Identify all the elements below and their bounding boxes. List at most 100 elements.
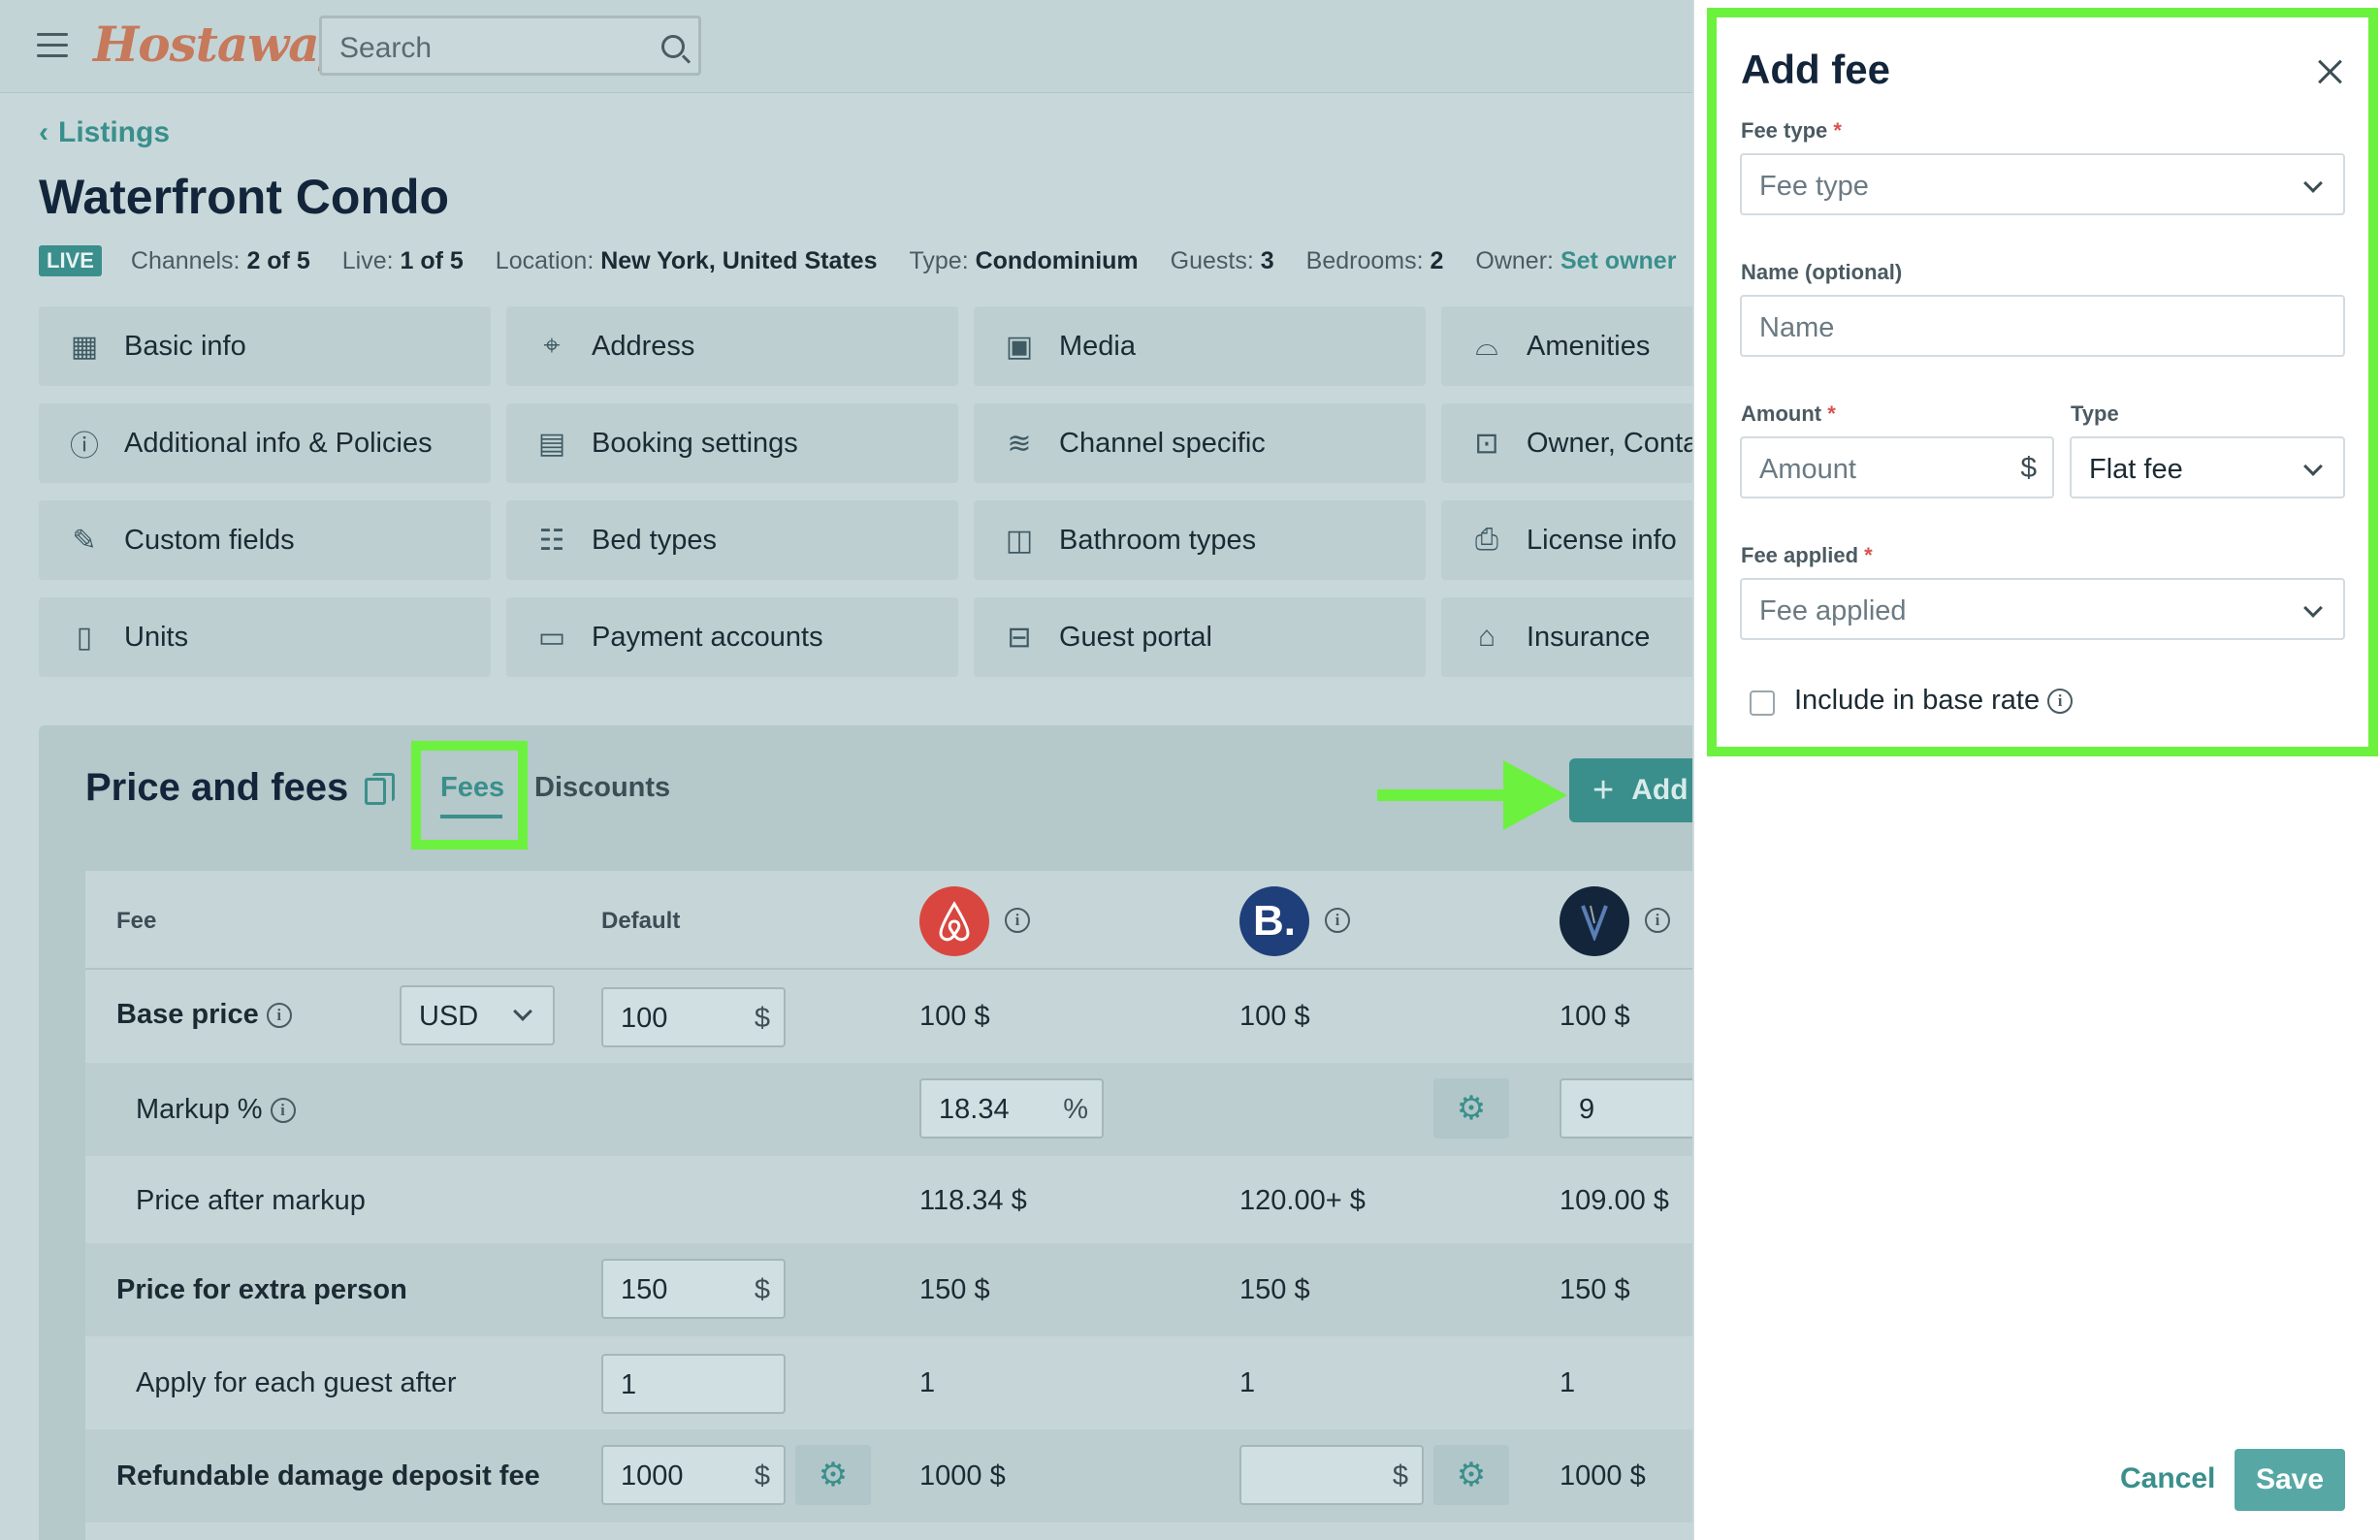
chevron-down-icon	[513, 1002, 532, 1021]
vrbo-info-icon[interactable]: i	[1645, 908, 1670, 933]
nav-tile-bed-types[interactable]: ☷ Bed types	[506, 500, 958, 580]
nav-tile-media[interactable]: ▣ Media	[974, 306, 1426, 386]
fee-applied-placeholder: Fee applied	[1759, 595, 1907, 626]
input-value: 150	[621, 1274, 668, 1305]
meta-guests: Guests: 3	[1170, 246, 1274, 274]
nav-tile-booking-settings[interactable]: ▤ Booking settings	[506, 403, 958, 483]
save-button[interactable]: Save	[2235, 1449, 2345, 1511]
markup-settings-button[interactable]: ⚙	[1433, 1078, 1509, 1139]
nav-tile-license-info[interactable]: ⎙ License info	[1441, 500, 1692, 580]
nav-tile-custom-fields[interactable]: ✎ Custom fields	[39, 500, 491, 580]
tab-discounts[interactable]: Discounts	[534, 772, 670, 804]
add-button-label: Add	[1631, 774, 1689, 806]
meta-type: Type: Condominium	[909, 246, 1139, 274]
nav-tile-additional-info[interactable]: ⓘ Additional info & Policies	[39, 403, 491, 483]
nav-tile-units[interactable]: ▯ Units	[39, 597, 491, 677]
breadcrumb-back-listings[interactable]: ‹ Listings	[39, 116, 170, 149]
extra-person-vrbo: 150 $	[1560, 1274, 1630, 1305]
currency-select[interactable]: USD	[400, 985, 555, 1045]
table-row-damage-deposit: Refundable damage deposit fee 1000 $ ⚙ 10…	[85, 1429, 1692, 1523]
nav-tile-label: Bathroom types	[1059, 524, 1257, 556]
nav-tile-address[interactable]: ⌖ Address	[506, 306, 958, 386]
guest-after-default-input[interactable]: 1	[601, 1354, 786, 1414]
amount-input[interactable]: Amount $	[1740, 436, 2054, 498]
nav-tile-basic-info[interactable]: ▦ Basic info	[39, 306, 491, 386]
map-pin-icon: ⌖	[543, 330, 561, 362]
damage-deposit-booking-input[interactable]: $	[1239, 1445, 1424, 1505]
fee-applied-select[interactable]: Fee applied	[1740, 578, 2345, 640]
base-price-default-input[interactable]: 100 $	[601, 987, 786, 1047]
nav-tile-label: Additional info & Policies	[124, 427, 433, 459]
info-icon[interactable]: i	[270, 1098, 296, 1124]
extra-person-default-input[interactable]: 150 $	[601, 1259, 786, 1319]
nav-tile-label: Booking settings	[592, 427, 798, 459]
include-base-rate-checkbox[interactable]	[1750, 690, 1775, 716]
set-owner-link[interactable]: Set owner	[1560, 247, 1676, 274]
input-unit: $	[754, 1003, 770, 1034]
hamburger-menu-icon[interactable]	[37, 33, 68, 58]
info-icon[interactable]: i	[266, 1003, 292, 1029]
nav-tile-label: Custom fields	[124, 524, 295, 556]
airbnb-logo	[919, 886, 989, 956]
bell-icon: ⌓	[1475, 330, 1498, 362]
nav-tile-payment-accounts[interactable]: ▭ Payment accounts	[506, 597, 958, 677]
damage-deposit-airbnb: 1000 $	[919, 1460, 1006, 1492]
close-icon[interactable]	[2316, 58, 2343, 85]
plus-icon: +	[1592, 769, 1615, 811]
nav-tile-amenities[interactable]: ⌓ Amenities	[1441, 306, 1692, 386]
markup-airbnb-input[interactable]: 18.34%	[919, 1078, 1104, 1139]
search-input[interactable]: Search	[319, 16, 701, 76]
fees-table: Fee Default i B. i i Base price i USD 100…	[85, 871, 1692, 1540]
markup-vrbo-input[interactable]: 9	[1560, 1078, 1692, 1139]
price-after-markup-airbnb: 118.34 $	[919, 1185, 1027, 1216]
nav-tile-channel-specific[interactable]: ≋ Channel specific	[974, 403, 1426, 483]
input-unit: $	[754, 1274, 770, 1305]
airbnb-info-icon[interactable]: i	[1005, 908, 1030, 933]
nav-tile-label: Units	[124, 621, 189, 653]
status-badge: LIVE	[39, 245, 102, 276]
extra-person-booking: 150 $	[1239, 1274, 1310, 1305]
info-icon[interactable]: i	[2047, 689, 2074, 715]
nav-tile-owner-contacts[interactable]: ⊡ Owner, Conta	[1441, 403, 1692, 483]
nav-tile-bathroom-types[interactable]: ◫ Bathroom types	[974, 500, 1426, 580]
fee-type-select[interactable]: Fee type	[1740, 153, 2345, 215]
cancel-button[interactable]: Cancel	[2120, 1462, 2215, 1495]
nav-tile-guest-portal[interactable]: ⊟ Guest portal	[974, 597, 1426, 677]
damage-deposit-default-input[interactable]: 1000 $	[601, 1445, 786, 1505]
input-unit: %	[1063, 1094, 1088, 1125]
input-value: 18.34	[939, 1094, 1010, 1125]
type-select[interactable]: Flat fee	[2070, 436, 2345, 498]
listing-page: Hostaway Search ‹ Listings Waterfront Con…	[0, 0, 1692, 1540]
booking-logo: B.	[1239, 886, 1309, 956]
green-arrow-annotation	[1377, 760, 1567, 830]
damage-deposit-settings-button[interactable]: ⚙	[795, 1445, 871, 1505]
input-value: 9	[1579, 1094, 1595, 1125]
fee-type-label: Fee type *	[1741, 118, 1842, 143]
meta-location: Location: New York, United States	[495, 246, 878, 274]
base-price-vrbo: 100 $	[1560, 1001, 1630, 1032]
input-unit: $	[1392, 1460, 1408, 1492]
column-header-fee: Fee	[116, 908, 157, 934]
price-fees-title: Price and fees	[85, 766, 349, 809]
copy-icon[interactable]	[365, 773, 395, 805]
gear-icon: ⚙	[1456, 1457, 1487, 1493]
add-fee-button[interactable]: + Add	[1569, 758, 1692, 822]
bed-icon: ☷	[538, 524, 565, 557]
nav-tile-label: Media	[1059, 330, 1136, 362]
name-placeholder: Name	[1759, 312, 1835, 343]
nav-tile-label: Address	[592, 330, 695, 362]
damage-deposit-booking-settings-button[interactable]: ⚙	[1433, 1445, 1509, 1505]
booking-info-icon[interactable]: i	[1325, 908, 1350, 933]
name-input[interactable]: Name	[1740, 295, 2345, 357]
table-header-row: Fee Default i B. i i	[85, 871, 1692, 970]
damage-deposit-label: Refundable damage deposit fee	[116, 1460, 540, 1492]
nav-tile-insurance[interactable]: ⌂ Insurance	[1441, 597, 1692, 677]
base-price-booking: 100 $	[1239, 1001, 1310, 1032]
bathtub-icon: ◫	[1005, 524, 1034, 557]
layers-icon: ≋	[1007, 427, 1032, 460]
nav-tile-label: Bed types	[592, 524, 717, 556]
damage-deposit-vrbo: 1000 $	[1560, 1460, 1646, 1492]
fee-type-placeholder: Fee type	[1759, 171, 1869, 202]
search-icon[interactable]	[661, 35, 685, 58]
hostaway-logo[interactable]: Hostaway	[93, 16, 347, 73]
